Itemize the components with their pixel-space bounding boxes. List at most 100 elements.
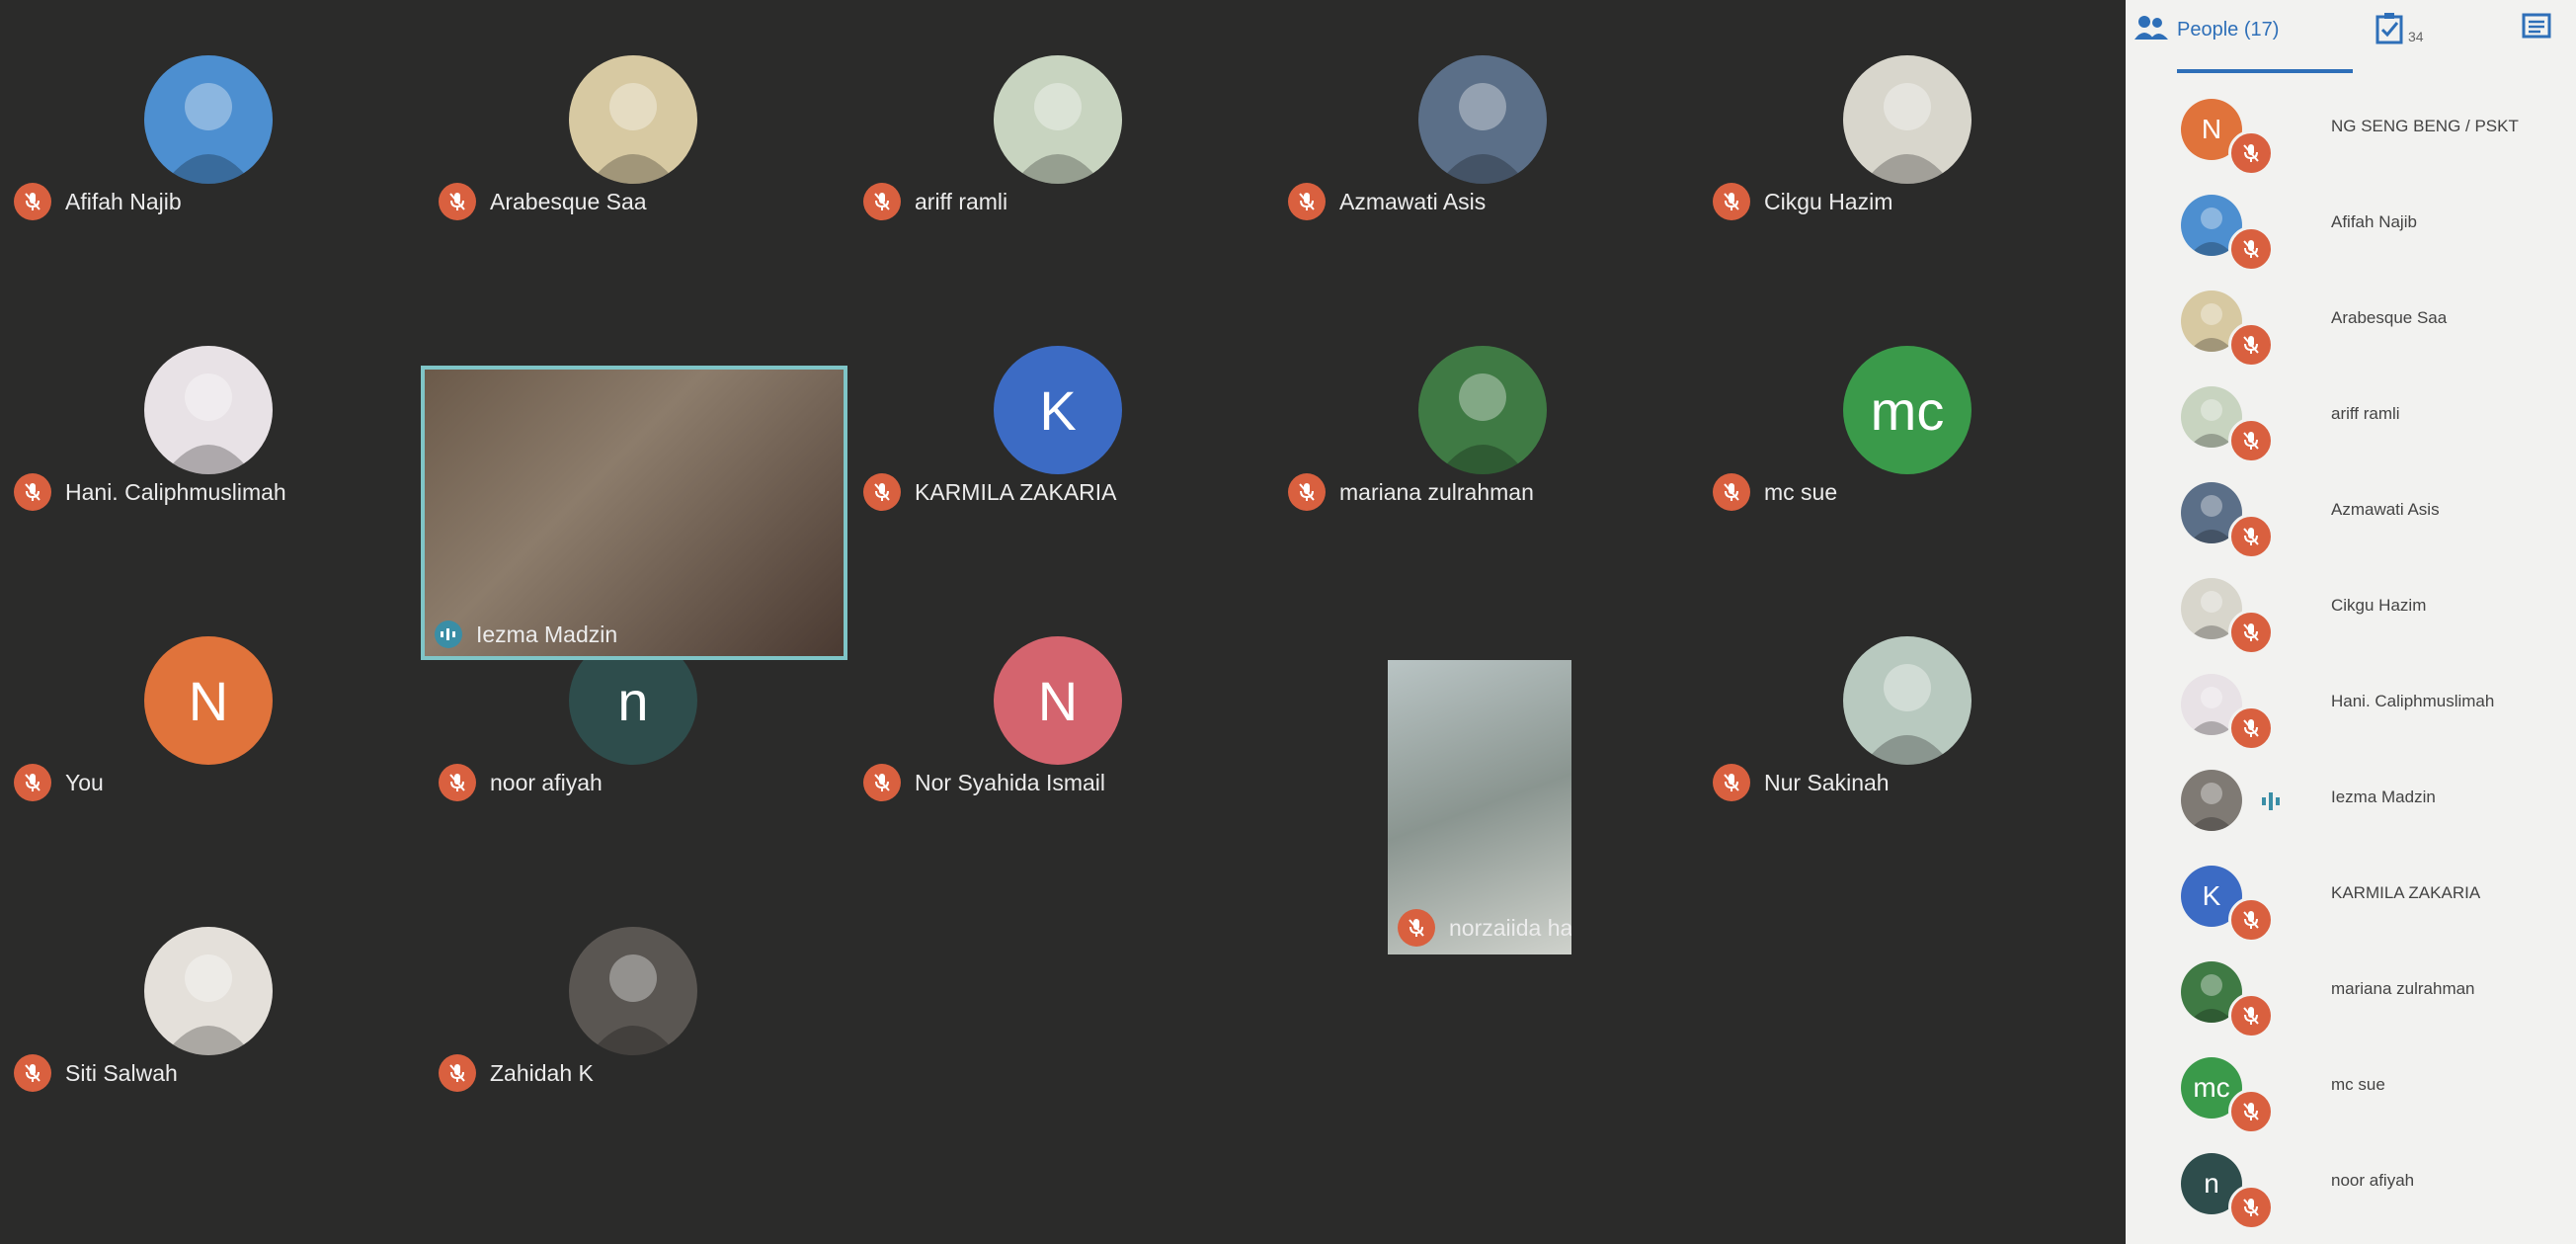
- people-list-item[interactable]: ariff ramli: [2126, 373, 2576, 467]
- active-tab-indicator: [2177, 69, 2353, 73]
- participant-name: Arabesque Saa: [490, 188, 647, 214]
- people-list-item[interactable]: Afifah Najib: [2126, 181, 2576, 276]
- participant-tile[interactable]: N You: [0, 581, 423, 872]
- participant-tile[interactable]: K KARMILA ZAKARIA: [849, 290, 1272, 582]
- participant-name: Nor Syahida Ismail: [915, 769, 1106, 795]
- tab-chat[interactable]: [2521, 10, 2552, 49]
- participant-name: Azmawati Asis: [1339, 188, 1487, 214]
- participant-video[interactable]: norzaiida hatun: [1388, 660, 1571, 954]
- mic-off-icon: [2228, 130, 2274, 176]
- mic-off-icon: [1713, 764, 1750, 801]
- person-name: ariff ramli: [2331, 404, 2400, 423]
- participant-tile[interactable]: Siti Salwah: [0, 871, 423, 1163]
- person-name: mariana zulrahman: [2331, 979, 2475, 998]
- participant-photo-avatar: [569, 927, 697, 1055]
- mic-off-icon: [439, 183, 476, 220]
- person-name: Afifah Najib: [2331, 212, 2417, 231]
- mic-off-icon: [2228, 514, 2274, 559]
- person-name: KARMILA ZAKARIA: [2331, 883, 2481, 902]
- mic-off-icon: [1713, 473, 1750, 511]
- mic-off-icon: [14, 764, 51, 801]
- mic-off-icon: [14, 183, 51, 220]
- participant-photo-avatar: [1418, 346, 1547, 474]
- people-list-item[interactable]: K KARMILA ZAKARIA: [2126, 852, 2576, 947]
- person-name: Cikgu Hazim: [2331, 596, 2427, 615]
- people-panel: People (17) 34 N NG SENG BENG / PSKT Afifa…: [2126, 0, 2576, 1244]
- participant-tile[interactable]: Arabesque Saa: [425, 0, 847, 291]
- mic-off-icon: [2228, 610, 2274, 655]
- participant-tile[interactable]: Hani. Caliphmuslimah: [0, 290, 423, 582]
- person-name: Iezma Madzin: [2331, 788, 2436, 806]
- people-list-item[interactable]: mariana zulrahman: [2126, 948, 2576, 1042]
- mic-off-icon: [14, 1054, 51, 1092]
- participant-tile[interactable]: mariana zulrahman: [1274, 290, 1697, 582]
- participant-initial-avatar: mc: [1843, 346, 1972, 474]
- participant-name-row: Cikgu Hazim: [1713, 180, 1892, 223]
- participant-tile[interactable]: Zahidah K: [425, 871, 847, 1163]
- participant-tile[interactable]: Afifah Najib: [0, 0, 423, 291]
- mic-off-icon: [2228, 322, 2274, 368]
- people-list-item[interactable]: Arabesque Saa: [2126, 277, 2576, 372]
- participant-tile[interactable]: Azmawati Asis: [1274, 0, 1697, 291]
- person-name: NG SENG BENG / PSKT: [2331, 117, 2519, 135]
- mic-off-icon: [2228, 897, 2274, 943]
- people-list-item[interactable]: N NG SENG BENG / PSKT: [2126, 85, 2576, 180]
- people-list-item[interactable]: Azmawati Asis: [2126, 468, 2576, 563]
- participant-tile[interactable]: ariff ramli: [849, 0, 1272, 291]
- person-photo-avatar: [2181, 770, 2242, 831]
- participant-name-row: mc sue: [1713, 470, 1837, 514]
- people-icon: [2133, 14, 2169, 46]
- participant-name-row: Azmawati Asis: [1288, 180, 1486, 223]
- tab-people[interactable]: People (17): [2133, 10, 2279, 49]
- participant-name: mariana zulrahman: [1339, 478, 1534, 505]
- mic-off-icon: [439, 764, 476, 801]
- participant-name: Afifah Najib: [65, 188, 182, 214]
- participant-tile[interactable]: Cikgu Hazim: [1699, 0, 2122, 291]
- people-list-item[interactable]: Iezma Madzin: [2126, 756, 2576, 851]
- participant-name-row: Nur Sakinah: [1713, 761, 1890, 804]
- people-list-item[interactable]: Cikgu Hazim: [2126, 564, 2576, 659]
- people-list-item[interactable]: mc mc sue: [2126, 1043, 2576, 1138]
- participant-photo-avatar: [144, 346, 273, 474]
- participant-name: ariff ramli: [915, 188, 1008, 214]
- people-list-item[interactable]: Hani. Caliphmuslimah: [2126, 660, 2576, 755]
- mic-off-icon: [1398, 909, 1435, 947]
- participant-name: mc sue: [1764, 478, 1838, 505]
- mic-off-icon: [2228, 226, 2274, 272]
- participant-name: Siti Salwah: [65, 1059, 178, 1086]
- participant-name-row: noor afiyah: [439, 761, 603, 804]
- mic-off-icon: [439, 1054, 476, 1092]
- activities-badge: 34: [2408, 29, 2424, 44]
- people-list-item[interactable]: n noor afiyah: [2126, 1139, 2576, 1234]
- participant-name-row: Zahidah K: [439, 1051, 594, 1095]
- participant-photo-avatar: [144, 55, 273, 184]
- tab-activities[interactable]: 34: [2375, 10, 2424, 49]
- mic-off-icon: [863, 183, 901, 220]
- mic-off-icon: [1288, 183, 1326, 220]
- panel-tabs: People (17) 34: [2126, 0, 2576, 77]
- participant-video[interactable]: Iezma Madzin: [421, 366, 847, 660]
- mic-off-icon: [2228, 1185, 2274, 1230]
- participant-name: Hani. Caliphmuslimah: [65, 478, 286, 505]
- chat-icon: [2521, 12, 2552, 48]
- participant-tile[interactable]: mc mc sue: [1699, 290, 2122, 582]
- participant-name-row: Afifah Najib: [14, 180, 182, 223]
- participant-name: noor afiyah: [490, 769, 603, 795]
- participant-tile[interactable]: Nur Sakinah: [1699, 581, 2122, 872]
- speaking-icon: [435, 621, 462, 648]
- person-name: Hani. Caliphmuslimah: [2331, 692, 2495, 710]
- participant-name-row: KARMILA ZAKARIA: [863, 470, 1117, 514]
- people-tab-label: People (17): [2177, 18, 2280, 41]
- participant-grid: Afifah Najib Arabesque Saa ariff ramli Azma…: [0, 0, 2126, 1244]
- participant-tile[interactable]: N Nor Syahida Ismail: [849, 581, 1272, 872]
- participant-name: Cikgu Hazim: [1764, 188, 1893, 214]
- person-name: noor afiyah: [2331, 1171, 2415, 1190]
- mic-off-icon: [2228, 418, 2274, 463]
- person-name: Arabesque Saa: [2331, 308, 2448, 327]
- mic-off-icon: [863, 473, 901, 511]
- participant-name-row: You: [14, 761, 104, 804]
- mic-off-icon: [2228, 1089, 2274, 1134]
- participant-name-row: Nor Syahida Ismail: [863, 761, 1105, 804]
- participant-name: Nur Sakinah: [1764, 769, 1890, 795]
- participant-initial-avatar: N: [994, 636, 1122, 765]
